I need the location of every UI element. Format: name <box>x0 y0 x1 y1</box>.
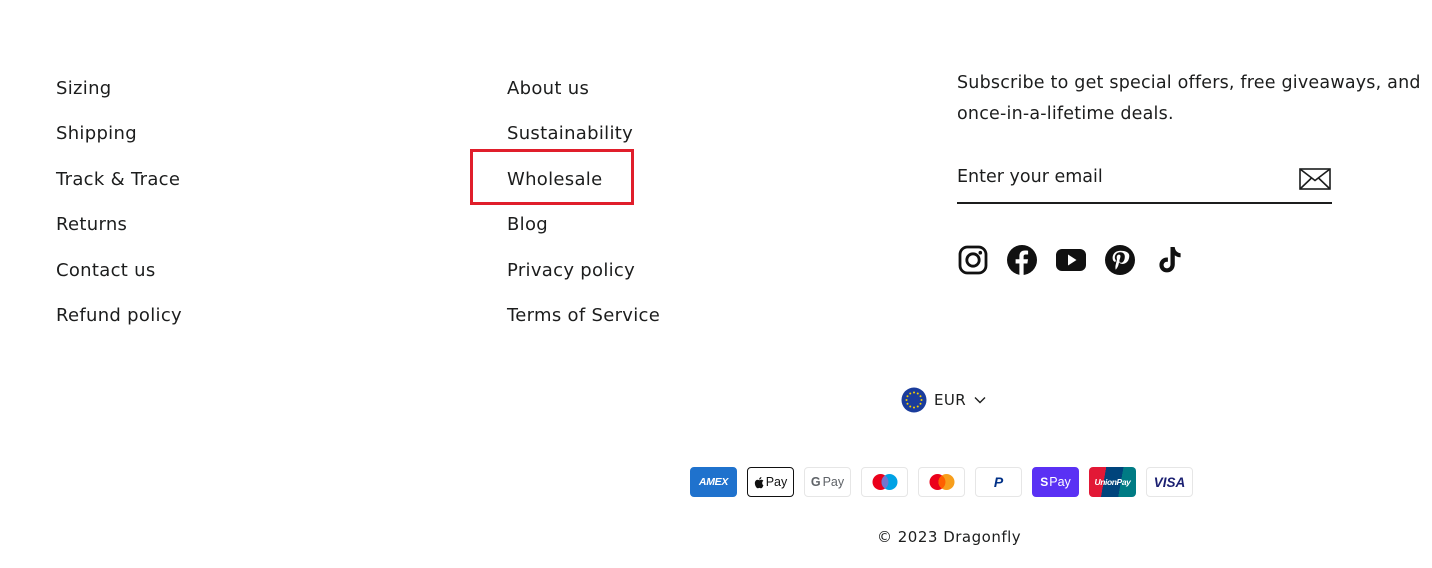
visa-label: VISA <box>1153 474 1186 490</box>
footer-link-shipping[interactable]: Shipping <box>56 119 182 164</box>
paypal-icon: P <box>975 467 1022 497</box>
copyright-text: © 2023 Dragonfly <box>877 528 1022 546</box>
apple-logo-icon <box>754 476 764 488</box>
footer-links-column-2: About us Sustainability Wholesale Blog P… <box>507 74 660 346</box>
unionpay-icon: UnionPay <box>1089 467 1136 497</box>
shop-pay-s-icon: S <box>1040 475 1049 489</box>
subscribe-button[interactable] <box>1298 167 1332 193</box>
amex-icon: AMEX <box>690 467 737 497</box>
footer-link-returns[interactable]: Returns <box>56 210 182 255</box>
visa-icon: VISA <box>1146 467 1193 497</box>
currency-label: EUR <box>934 391 967 409</box>
google-pay-label: Pay <box>822 475 845 489</box>
mastercard-circles-icon <box>929 474 954 490</box>
tiktok-icon[interactable] <box>1153 244 1185 276</box>
footer-link-track-trace[interactable]: Track & Trace <box>56 165 182 210</box>
chevron-down-icon <box>974 397 986 404</box>
footer-link-wholesale[interactable]: Wholesale <box>507 165 660 210</box>
youtube-icon[interactable] <box>1055 244 1087 276</box>
email-input[interactable] <box>957 158 1277 196</box>
footer-link-terms-of-service[interactable]: Terms of Service <box>507 301 660 346</box>
eu-flag-icon <box>901 387 927 413</box>
instagram-icon[interactable] <box>957 244 989 276</box>
newsletter-text: Subscribe to get special offers, free gi… <box>957 73 1421 124</box>
google-pay-icon: G Pay <box>804 467 851 497</box>
facebook-icon[interactable] <box>1006 244 1038 276</box>
apple-pay-label: Pay <box>765 475 788 489</box>
footer-link-sizing[interactable]: Sizing <box>56 74 182 119</box>
footer-link-blog[interactable]: Blog <box>507 210 660 255</box>
footer-link-privacy-policy[interactable]: Privacy policy <box>507 256 660 301</box>
apple-pay-icon: Pay <box>747 467 794 497</box>
unionpay-label: UnionPay <box>1094 477 1131 487</box>
footer-link-about-us[interactable]: About us <box>507 74 660 119</box>
maestro-circles-icon <box>872 474 897 490</box>
payment-icons: AMEX Pay G Pay P S Pay UnionPay VISA <box>690 467 1193 497</box>
footer-link-refund-policy[interactable]: Refund policy <box>56 301 182 346</box>
footer-links-column-1: Sizing Shipping Track & Trace Returns Co… <box>56 74 182 346</box>
amex-label: AMEX <box>698 476 729 488</box>
pinterest-icon[interactable] <box>1104 244 1136 276</box>
footer-link-contact-us[interactable]: Contact us <box>56 256 182 301</box>
shop-pay-icon: S Pay <box>1032 467 1079 497</box>
shop-pay-label: Pay <box>1049 475 1071 489</box>
paypal-label: P <box>993 474 1004 490</box>
currency-selector[interactable]: EUR <box>901 386 987 414</box>
footer-link-sustainability[interactable]: Sustainability <box>507 119 660 164</box>
social-links <box>957 244 1185 276</box>
newsletter-form <box>957 158 1332 204</box>
mastercard-icon <box>918 467 965 497</box>
envelope-icon <box>1299 168 1331 190</box>
google-g-icon: G <box>810 475 821 489</box>
maestro-icon <box>861 467 908 497</box>
